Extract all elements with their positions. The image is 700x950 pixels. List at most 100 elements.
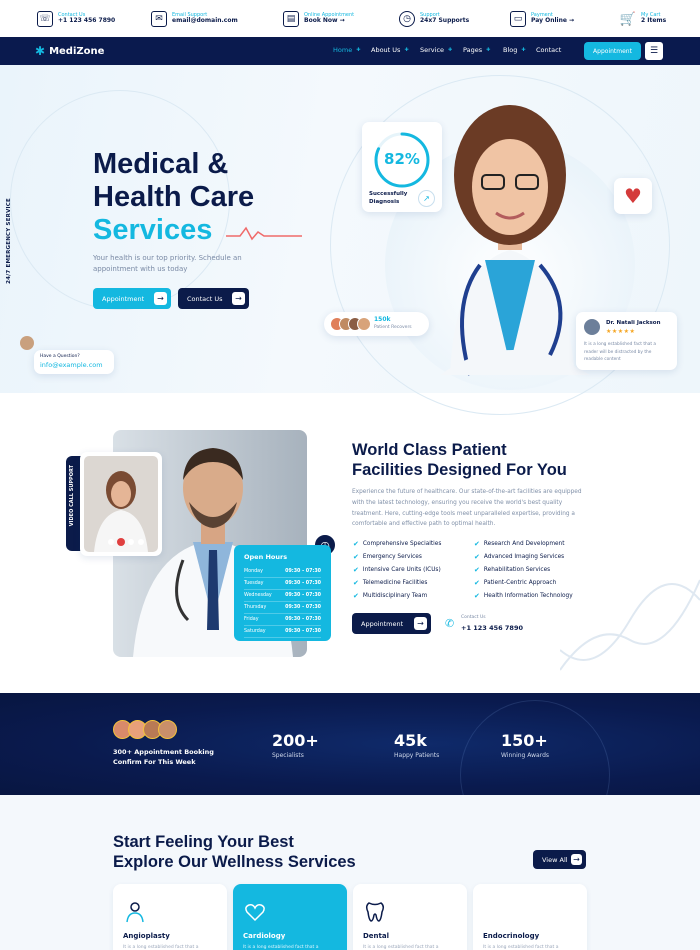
feature-label: Advanced Imaging Services	[483, 554, 565, 561]
features-list-right: ✔ Research And Development ✔ Advanced Imagi…	[474, 538, 573, 602]
chevron-icon: ✚	[356, 47, 361, 53]
facilities-appointment-button[interactable]: Appointment →	[352, 613, 431, 634]
nav-item-blog[interactable]: Blog ✚	[503, 46, 526, 54]
topbar-support[interactable]: ◷ Support 24x7 Supports	[399, 8, 469, 30]
avatar-group	[113, 720, 177, 739]
hours-time: 09:30 - 07:30	[285, 569, 321, 574]
nav-label: About Us	[371, 46, 401, 54]
check-icon: ✔	[353, 565, 359, 574]
video-call-label: VIDEO CALL SUPPORT	[69, 465, 75, 527]
hours-time: 09:30 - 07:30	[285, 605, 321, 610]
check-icon: ✔	[353, 578, 359, 587]
services-section	[0, 795, 700, 950]
feature-label: Patient-Centric Approach	[483, 579, 557, 586]
stat-label: Winning Awards	[501, 752, 549, 759]
diagnosis-percent: 82%	[384, 150, 420, 168]
nav-item-contact[interactable]: Contact	[536, 46, 561, 54]
chevron-icon: ✚	[486, 47, 491, 53]
hours-day: Monday	[244, 569, 263, 574]
topbar-cart[interactable]: 🛒 My Cart 2 Items	[620, 8, 666, 30]
topbar-appointment[interactable]: ▤ Online Appointment Book Now →	[283, 8, 354, 30]
feature-label: Emergency Services	[362, 554, 422, 561]
hours-day: Wednesday	[244, 593, 272, 598]
arrow-right-icon: →	[571, 854, 582, 865]
facilities-title-line: World Class Patient	[352, 441, 507, 459]
features-list-left: ✔ Comprehensive Specialties ✔ Emergency Ser…	[353, 538, 441, 602]
service-card-endocrinology[interactable]: Endocrinology It is a long established f…	[473, 884, 587, 950]
hero-appointment-button[interactable]: Appointment →	[93, 288, 171, 309]
services-title-line: Explore Our Wellness Services	[113, 853, 356, 871]
reviewer-name: Dr. Natali Jackson	[606, 320, 661, 326]
service-desc: It is a long established fact that a	[363, 945, 439, 950]
hours-time: 09:30 - 07:30	[285, 629, 321, 634]
nav-item-pages[interactable]: Pages ✚	[463, 46, 490, 54]
card-icon: ▭	[510, 11, 526, 27]
check-icon: ✔	[474, 565, 480, 574]
nav-label: Contact	[536, 46, 562, 54]
arrow-up-right-icon[interactable]: ↗	[418, 190, 435, 207]
feature-item: ✔ Telemedicine Facilities	[353, 576, 441, 589]
review-text: It is a long established fact that a rea…	[584, 342, 657, 362]
recoveries-label: Patient Recovers	[374, 325, 412, 330]
button-label: Contact Us	[187, 294, 223, 303]
topbar-contact[interactable]: ☏ Contact Us +1 123 456 7890	[37, 8, 115, 30]
feature-item: ✔ Emergency Services	[353, 551, 441, 564]
hours-row: Tuesday 09:30 - 07:30	[244, 578, 321, 590]
feature-label: Multidisciplinary Team	[362, 592, 428, 599]
topbar-value: email@domain.com	[172, 17, 238, 25]
topbar-email[interactable]: ✉ Email Support email@domain.com	[151, 8, 238, 30]
facilities-title-line: Facilities Designed For You	[352, 461, 567, 479]
heart-organ-icon: ♥	[614, 178, 652, 214]
feature-item: ✔ Patient-Centric Approach	[474, 576, 573, 589]
hours-row: Saturday 09:30 - 07:30	[244, 626, 321, 638]
check-icon: ✔	[474, 578, 480, 587]
feature-label: Health Information Technology	[483, 592, 573, 599]
check-icon: ✔	[353, 553, 359, 562]
tooth-icon	[365, 902, 385, 922]
nav-label: Home	[333, 46, 353, 54]
nav-item-home[interactable]: Home ✚	[333, 46, 360, 54]
recoveries-badge: 150k Patient Recovers	[324, 312, 429, 336]
view-all-button[interactable]: View All →	[533, 850, 586, 869]
rating-stars: ★★★★★	[606, 328, 636, 335]
service-card-cardiology[interactable]: Cardiology It is a long established fact…	[233, 884, 347, 950]
diagnosis-caption: Successfully Diagnosis	[369, 191, 408, 205]
feature-item: ✔ Multidisciplinary Team	[353, 589, 441, 602]
hero-title-line: Medical &	[93, 148, 229, 180]
feature-item: ✔ Research And Development	[474, 538, 573, 551]
hamburger-menu-icon[interactable]: ☰	[645, 42, 663, 60]
hours-list: Monday 09:30 - 07:30 Tuesday 09:30 - 07:30 W…	[244, 566, 321, 638]
diagnosis-stat-card: 82% Successfully Diagnosis ↗	[362, 122, 442, 212]
heart-stethoscope-icon	[245, 904, 265, 922]
service-card-dental[interactable]: Dental It is a long established fact tha…	[353, 884, 467, 950]
question-card[interactable]: Have a Question? info@example.com	[34, 350, 114, 374]
check-icon: ✔	[353, 591, 359, 600]
avatar-group	[330, 317, 371, 331]
feature-item: ✔ Comprehensive Specialties	[353, 538, 441, 551]
medical-star-icon: ✱	[35, 44, 46, 58]
nav-item-service[interactable]: Service ✚	[420, 46, 452, 54]
nav-appointment-button[interactable]: Appointment	[584, 42, 641, 60]
video-call-card[interactable]	[80, 452, 162, 556]
service-card-angioplasty[interactable]: Angioplasty It is a long established fac…	[113, 884, 227, 950]
clipboard-icon: ▤	[283, 11, 299, 27]
service-name: Dental	[363, 932, 390, 940]
contact-phone[interactable]: +1 123 456 7890	[461, 624, 523, 632]
arrow-right-icon: →	[154, 292, 167, 305]
hero-subtitle: Your health is our top priority. Schedul…	[93, 254, 242, 273]
feature-label: Telemedicine Facilities	[362, 579, 428, 586]
clock-icon: ◷	[399, 11, 415, 27]
check-icon: ✔	[353, 540, 359, 549]
hero-contact-button[interactable]: Contact Us →	[178, 288, 249, 309]
dna-decor	[560, 579, 700, 671]
hours-day: Thursday	[244, 605, 267, 610]
facilities-title: World Class Patient Facilities Designed …	[352, 440, 567, 480]
logo[interactable]: ✱ MediZone	[35, 44, 104, 58]
nav-item-about[interactable]: About Us ✚	[371, 46, 409, 54]
chevron-icon: ✚	[521, 47, 526, 53]
stat-awards: 150+ Winning Awards	[501, 731, 549, 759]
topbar-payment[interactable]: ▭ Payment Pay Online →	[510, 8, 574, 30]
booking-text: 300+ Appointment Booking Confirm For Thi…	[113, 748, 214, 766]
nav-label: Service	[420, 46, 445, 54]
service-desc: It is a long established fact that a	[483, 945, 559, 950]
